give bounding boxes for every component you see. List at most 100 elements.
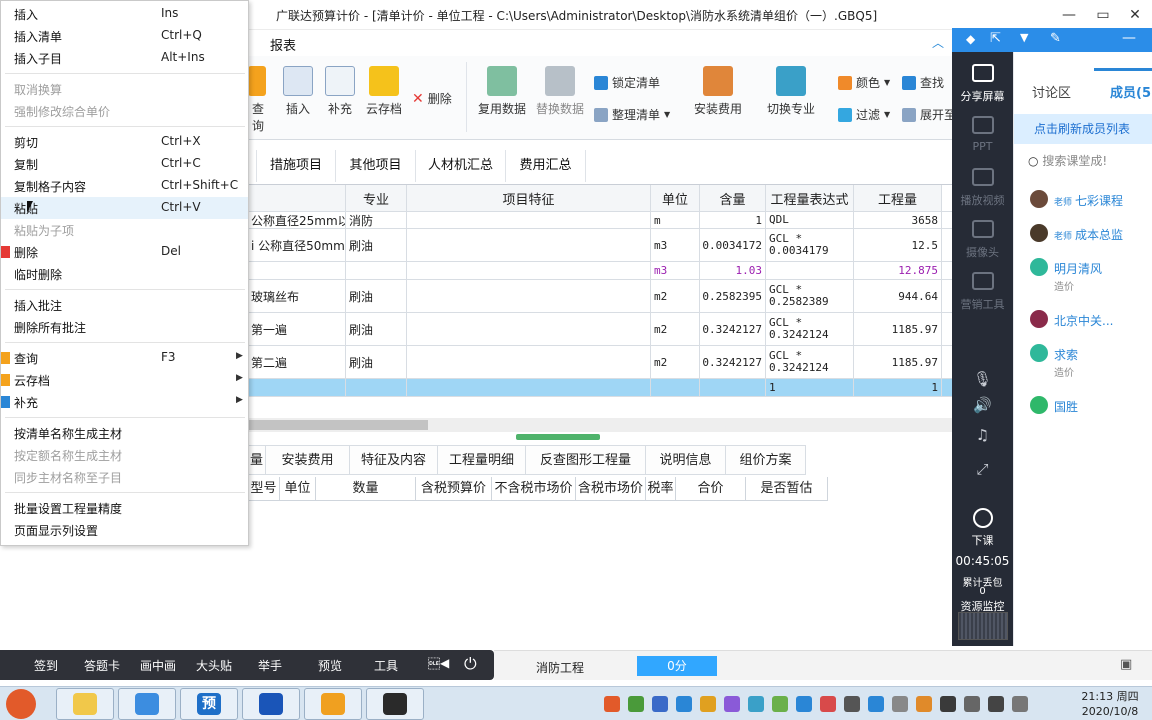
grid-cell-unit[interactable]: m3 — [651, 229, 700, 261]
menu-item[interactable]: 剪切 Ctrl+X — [1, 131, 248, 153]
panel-splitter[interactable] — [516, 434, 600, 440]
grid-cell-amount[interactable]: 1185.97 — [854, 313, 942, 345]
grid-cell-spec[interactable] — [346, 379, 407, 396]
tray-icon[interactable] — [676, 696, 692, 712]
end-class-button[interactable]: 下课 — [952, 508, 1013, 548]
collapse-ribbon-icon[interactable]: ︿ — [932, 34, 944, 51]
rail-tool-3[interactable]: 摄像头 — [952, 220, 1013, 260]
table-row[interactable]: 第一遍 刷油 m2 0.3242127 GCL * 0.3242124 1185.97 — [248, 313, 952, 346]
member-item[interactable]: 国胜 — [1030, 396, 1152, 432]
grid-cell-name[interactable]: 第二遍 — [248, 346, 346, 378]
filter-button[interactable]: 过滤 ▼ — [838, 106, 890, 123]
clock[interactable]: 21:13 周四 2020/10/8 — [1070, 689, 1150, 719]
class-tool-7[interactable]:  — [428, 657, 440, 671]
grid-cell-spec[interactable]: 刷油 — [346, 280, 407, 312]
tray-icon[interactable] — [940, 696, 956, 712]
grid-cell-unit[interactable]: m2 — [651, 346, 700, 378]
tab-labor-material-summary[interactable]: 人材机汇总 — [416, 150, 506, 182]
class-tool-1[interactable]: 答题卡 — [84, 657, 120, 674]
expand-to-button[interactable]: 展开至 — [902, 106, 956, 123]
tray-icon[interactable] — [700, 696, 716, 712]
col-unit-header[interactable]: 单位 — [280, 477, 316, 501]
grid-cell-qty[interactable]: 0.3242127 — [700, 346, 766, 378]
tray-icon[interactable] — [772, 696, 788, 712]
menu-item[interactable]: 删除 Del — [1, 241, 248, 263]
grid-cell-amount[interactable]: 12.5 — [854, 229, 942, 261]
query-button[interactable]: 查询 — [248, 66, 268, 134]
grid-cell-spec[interactable]: 刷油 — [346, 313, 407, 345]
col-model-header[interactable]: 型号 — [248, 477, 280, 501]
tab-material[interactable]: 量 — [248, 445, 266, 475]
insert-button[interactable]: 插入 — [282, 66, 314, 117]
col-tax-rate-header[interactable]: 税率 — [646, 477, 676, 501]
refresh-member-list-button[interactable]: 点击刷新成员列表 — [1014, 114, 1152, 144]
taskbar-app-4[interactable] — [304, 688, 362, 720]
table-row[interactable]: 11 — [248, 379, 952, 397]
grid-cell-amount[interactable]: 944.64 — [854, 280, 942, 312]
tray-icon[interactable] — [988, 696, 1004, 712]
taskbar-app-5[interactable] — [366, 688, 424, 720]
col-features-header[interactable]: 项目特征 — [407, 185, 651, 211]
tab-measures[interactable]: 措施项目 — [256, 150, 336, 182]
menu-item[interactable]: 复制格子内容 Ctrl+Shift+C — [1, 175, 248, 197]
class-tool-4[interactable]: 举手 — [258, 657, 282, 674]
horizontal-scrollbar[interactable] — [248, 418, 952, 432]
col-tax-budget-price-header[interactable]: 含税预算价 — [416, 477, 492, 501]
col-tax-market-price-header[interactable]: 含税市场价 — [576, 477, 646, 501]
start-button[interactable] — [6, 689, 36, 719]
member-item[interactable]: 老师 七彩课程 — [1030, 190, 1152, 226]
grid-cell-feat[interactable] — [407, 346, 651, 378]
cloud-archive-button[interactable]: 云存档 — [364, 66, 404, 117]
class-tool-0[interactable]: 签到 — [34, 657, 58, 674]
col-specialty-header[interactable]: 专业 — [346, 185, 407, 211]
fullscreen-icon[interactable]: ⤢ — [952, 460, 1013, 478]
lock-list-button[interactable]: 锁定清单 — [594, 74, 660, 91]
grid-cell-amount[interactable]: 3658 — [854, 212, 942, 228]
grid-cell-feat[interactable] — [407, 313, 651, 345]
tray-icon[interactable] — [868, 696, 884, 712]
taskbar-app-2[interactable]: 预 — [180, 688, 238, 720]
member-item[interactable]: 老师 成本总监 — [1030, 224, 1152, 260]
menu-item[interactable]: 插入清单 Ctrl+Q — [1, 25, 248, 47]
col-quantity-header[interactable]: 工程量 — [854, 185, 942, 211]
tab-notes[interactable]: 说明信息 — [646, 445, 726, 475]
table-row[interactable]: m3 1.03 12.875 — [248, 262, 952, 280]
col-expression-header[interactable]: 工程量表达式 — [766, 185, 854, 211]
rail-tool-4[interactable]: 营销工具 — [952, 272, 1013, 312]
col-name-header[interactable] — [248, 185, 346, 211]
col-count-header[interactable]: 数量 — [316, 477, 416, 501]
tab-install-fee[interactable]: 安装费用 — [266, 445, 350, 475]
tab-features-content[interactable]: 特征及内容 — [350, 445, 438, 475]
tray-icon[interactable] — [820, 696, 836, 712]
grid-cell-qty[interactable]: 1.03 — [700, 262, 766, 279]
grid-cell-spec[interactable]: 刷油 — [346, 229, 407, 261]
grid-cell-expr[interactable]: GCL * 0.0034179 — [766, 229, 854, 261]
menu-item[interactable]: 插入 Ins — [1, 3, 248, 25]
class-tool-2[interactable]: 画中画 — [140, 657, 176, 674]
table-row[interactable]: 公称直径25mm以内消防 m1QDL3658 — [248, 212, 952, 229]
rail-tool-2[interactable]: 播放视频 — [952, 168, 1013, 208]
install-fee-button[interactable]: 安装费用 — [692, 66, 744, 117]
tray-icon[interactable] — [604, 696, 620, 712]
grid-cell-name[interactable]: 第一遍 — [248, 313, 346, 345]
grid-cell-expr[interactable]: 1 — [766, 379, 854, 396]
grid-cell-spec[interactable]: 刷油 — [346, 346, 407, 378]
tab-members[interactable]: 成员(5 — [1110, 82, 1151, 101]
find-button[interactable]: 查找 — [902, 74, 944, 91]
grid-cell-unit[interactable]: m2 — [651, 313, 700, 345]
tab-pricing-plan[interactable]: 组价方案 — [726, 445, 806, 475]
tray-icon[interactable] — [964, 696, 980, 712]
maximize-button[interactable]: ▭ — [1088, 5, 1118, 25]
grid-cell-feat[interactable] — [407, 229, 651, 261]
grid-cell-spec[interactable] — [346, 262, 407, 279]
menu-item[interactable]: 临时删除 — [1, 263, 248, 285]
collapse-left-icon[interactable]: ◀ — [440, 656, 449, 670]
member-item[interactable]: 明月清风 造价 — [1030, 258, 1152, 294]
grid-cell-spec[interactable]: 消防 — [346, 212, 407, 228]
menu-item[interactable]: 补充 ▶ — [1, 391, 248, 413]
taskbar-app-0[interactable] — [56, 688, 114, 720]
music-icon[interactable]: ♫ — [952, 426, 1013, 444]
tab-fee-summary[interactable]: 费用汇总 — [506, 150, 586, 182]
tab-quantity-detail[interactable]: 工程量明细 — [438, 445, 526, 475]
tray-icon[interactable] — [748, 696, 764, 712]
